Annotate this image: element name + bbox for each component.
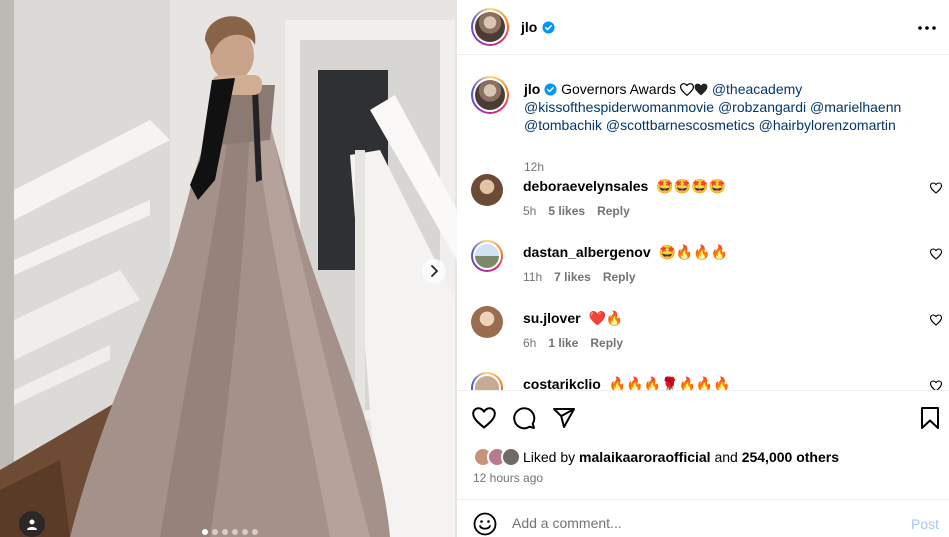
post-photo <box>0 0 457 537</box>
post-sidebar: jlo jlo Governors Awards @theacademy @ki… <box>457 0 949 537</box>
white-heart-icon <box>679 83 694 96</box>
post-timestamp[interactable]: 12 hours ago <box>473 471 543 485</box>
carousel-dot <box>252 529 258 535</box>
black-heart-icon <box>694 83 708 96</box>
comment-username[interactable]: dastan_albergenov <box>523 244 651 260</box>
comment-username[interactable]: deboraevelynsales <box>523 178 648 194</box>
caption-text: jlo Governors Awards @theacademy @kissof… <box>524 80 924 134</box>
post-header: jlo <box>457 0 949 55</box>
heart-icon[interactable] <box>930 314 942 326</box>
comment-time[interactable]: 5h <box>523 204 536 218</box>
heart-icon[interactable] <box>930 380 942 390</box>
comment-icon <box>513 407 536 430</box>
more-options-button[interactable] <box>915 18 939 38</box>
bookmark-icon <box>921 407 939 429</box>
liked-by-user-link[interactable]: malaikaaroraofficial <box>579 449 711 465</box>
comment-meta: 11h 7 likes Reply <box>523 270 636 284</box>
reply-button[interactable]: Reply <box>603 270 636 284</box>
author-username: jlo <box>521 19 538 35</box>
chevron-right-icon <box>431 265 438 277</box>
next-media-button[interactable] <box>422 259 446 283</box>
mention-link[interactable]: @marielhaenn <box>810 99 901 115</box>
comment-username[interactable]: su.jlover <box>523 310 581 326</box>
share-icon <box>553 408 575 428</box>
likes-summary: Liked by malaikaaroraofficial and 254,00… <box>473 446 839 468</box>
caption-body: Governors Awards <box>561 81 677 97</box>
heart-icon <box>472 407 496 429</box>
share-button[interactable] <box>551 405 577 431</box>
comment-item: deboraevelynsales 🤩🤩🤩🤩 5h 5 likes Reply <box>471 174 942 230</box>
carousel-indicator <box>202 529 258 535</box>
comment-text: 🔥🔥🔥🌹🔥🔥🔥 <box>608 376 731 390</box>
add-comment-bar: Post <box>457 499 949 537</box>
liked-by-others-link[interactable]: 254,000 others <box>742 449 839 465</box>
commenter-avatar[interactable] <box>471 306 503 338</box>
comment-button[interactable] <box>511 405 537 431</box>
liked-by-prefix: Liked by <box>523 449 576 465</box>
comments-list[interactable]: jlo Governors Awards @theacademy @kissof… <box>457 56 949 390</box>
liked-by-joiner: and <box>714 449 738 465</box>
post-actions: Liked by malaikaaroraofficial and 254,00… <box>457 390 949 537</box>
mention-link[interactable]: @kissofthespiderwomanmovie <box>524 99 714 115</box>
comment-username[interactable]: costarikclio <box>523 376 601 390</box>
comment-input[interactable] <box>512 510 892 536</box>
heart-icon[interactable] <box>930 248 942 260</box>
carousel-dot <box>222 529 228 535</box>
mention-link[interactable]: @hairbylorenzomartin <box>759 117 896 133</box>
author-avatar[interactable] <box>471 8 509 46</box>
carousel-dot <box>242 529 248 535</box>
reply-button[interactable]: Reply <box>590 336 623 350</box>
comment-meta: 6h 1 like Reply <box>523 336 623 350</box>
comment-body: su.jlover ❤️🔥 <box>523 310 623 327</box>
carousel-dot <box>212 529 218 535</box>
user-tag-icon <box>27 519 37 530</box>
like-button[interactable] <box>471 405 497 431</box>
comment-time[interactable]: 11h <box>523 270 542 284</box>
post-media[interactable] <box>0 0 457 537</box>
caption-author-avatar[interactable] <box>471 76 509 114</box>
carousel-dot <box>232 529 238 535</box>
emoji-icon[interactable] <box>473 512 497 536</box>
save-button[interactable] <box>917 405 943 431</box>
commenter-avatar[interactable] <box>471 174 503 206</box>
caption-username[interactable]: jlo <box>524 81 540 97</box>
comment-item: su.jlover ❤️🔥 6h 1 like Reply <box>471 306 942 362</box>
comment-likes[interactable]: 1 like <box>548 336 578 350</box>
comment-likes[interactable]: 5 likes <box>548 204 585 218</box>
more-options-icon <box>918 26 936 30</box>
verified-badge-icon <box>542 20 555 34</box>
verified-badge-icon <box>544 83 557 96</box>
comment-body: costarikclio 🔥🔥🔥🌹🔥🔥🔥 <box>523 376 731 390</box>
comment-text: 🤩🤩🤩🤩 <box>656 178 726 194</box>
caption-timestamp[interactable]: 12h <box>524 160 544 174</box>
tagged-users-button[interactable] <box>19 511 45 537</box>
comment-item: dastan_albergenov 🤩🔥🔥🔥 11h 7 likes Reply <box>471 240 942 296</box>
comment-likes[interactable]: 7 likes <box>554 270 591 284</box>
mention-link[interactable]: @robzangardi <box>718 99 806 115</box>
heart-icon[interactable] <box>930 182 942 194</box>
comment-body: dastan_albergenov 🤩🔥🔥🔥 <box>523 244 728 261</box>
comment-text: 🤩🔥🔥🔥 <box>658 244 729 260</box>
comment-text: ❤️🔥 <box>588 310 624 326</box>
comment-meta: 5h 5 likes Reply <box>523 204 630 218</box>
commenter-avatar[interactable] <box>471 240 503 272</box>
carousel-dot <box>202 529 208 535</box>
commenter-avatar[interactable] <box>471 372 503 390</box>
comment-time[interactable]: 6h <box>523 336 536 350</box>
post-comment-button[interactable]: Post <box>911 516 939 532</box>
comment-body: deboraevelynsales 🤩🤩🤩🤩 <box>523 178 726 195</box>
mention-link[interactable]: @tombachik <box>524 117 602 133</box>
mention-link[interactable]: @theacademy <box>712 81 802 97</box>
reply-button[interactable]: Reply <box>597 204 630 218</box>
comment-item: costarikclio 🔥🔥🔥🌹🔥🔥🔥 <box>471 372 942 390</box>
liker-avatars[interactable] <box>473 447 521 467</box>
author-username-link[interactable]: jlo <box>521 19 555 35</box>
mention-link[interactable]: @scottbarnescosmetics <box>606 117 755 133</box>
